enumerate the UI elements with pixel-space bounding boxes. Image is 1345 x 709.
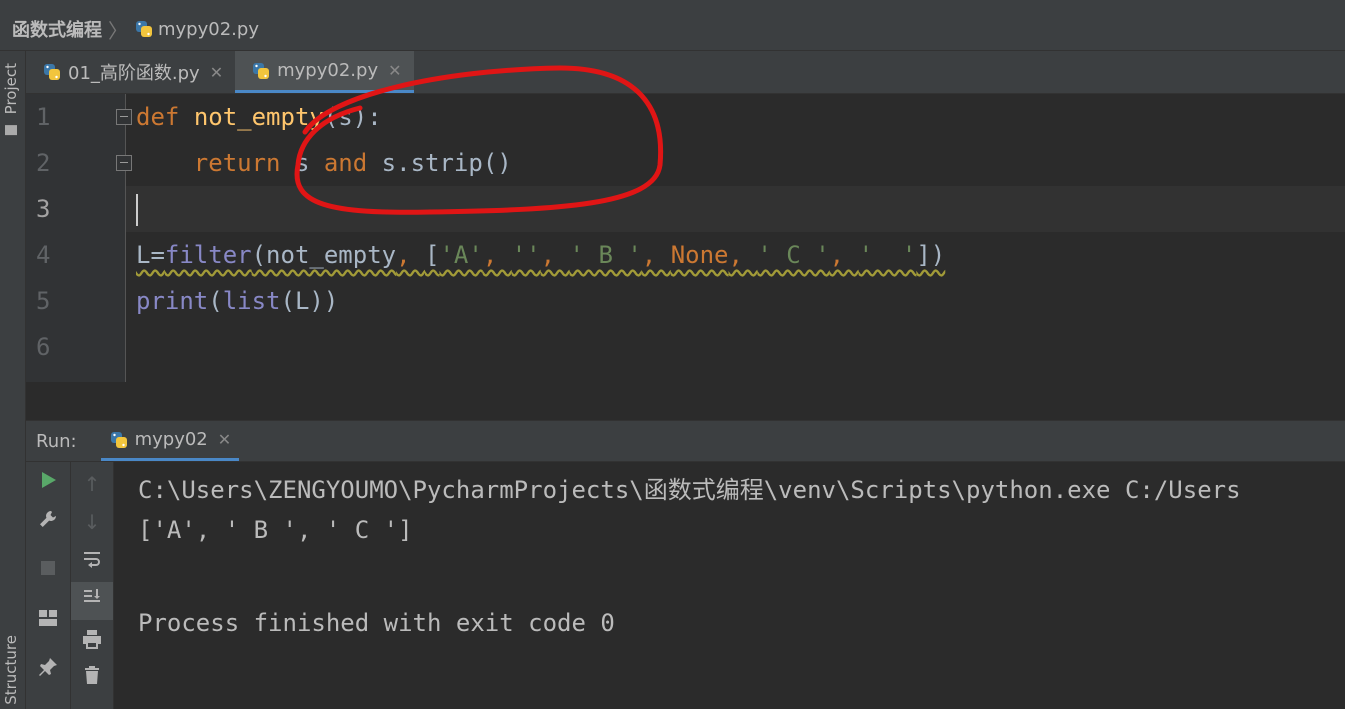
line-number: 2: [36, 149, 51, 177]
line-number: 5: [36, 287, 51, 315]
python-file-icon: [109, 430, 129, 450]
code-text: s.strip(): [367, 149, 512, 177]
punctuation: ,: [641, 241, 671, 269]
function-name: not_empty: [193, 103, 324, 131]
run-toolbar-secondary: ↑ ↓: [71, 462, 114, 709]
breadcrumb-file-label: mypy02.py: [158, 18, 259, 40]
breadcrumb-file[interactable]: mypy02.py: [134, 19, 259, 40]
project-tool-button[interactable]: Project: [2, 63, 20, 136]
console-line-result: ['A', ' B ', ' C ']: [138, 516, 413, 544]
code-text: L=: [136, 241, 165, 269]
run-tab-mypy02[interactable]: mypy02 ✕: [100, 421, 240, 461]
punctuation: ,: [396, 241, 426, 269]
left-tool-strip: Project Structure: [0, 51, 26, 709]
string-literal: 'A': [439, 241, 483, 269]
code-text: ]): [916, 241, 946, 269]
line-number: 1: [36, 103, 51, 131]
code-editor[interactable]: 1 2 3 4 5 6 def not_empty(s): return s a…: [26, 94, 1345, 382]
code-text: s: [280, 149, 324, 177]
run-panel-header: Run: mypy02 ✕: [26, 421, 1345, 462]
fold-marker-icon[interactable]: [116, 155, 132, 171]
print-icon[interactable]: [71, 628, 113, 655]
string-literal: ' C ': [757, 241, 830, 269]
line-number: 6: [36, 333, 51, 361]
project-tool-label: Project: [2, 63, 20, 115]
code-text: [: [425, 241, 440, 269]
fold-marker-icon[interactable]: [116, 109, 132, 125]
breadcrumb-separator: 〉: [108, 18, 128, 43]
python-file-icon: [134, 19, 154, 39]
tab-mypy02[interactable]: mypy02.py ✕: [235, 51, 414, 93]
python-file-icon: [42, 62, 62, 82]
code-text: (L)): [280, 287, 339, 315]
stop-icon[interactable]: [26, 558, 70, 583]
editor-tab-bar: 01_高阶函数.py ✕ mypy02.py ✕: [26, 51, 1345, 94]
builtin-name: list: [222, 287, 281, 315]
string-literal: ' B ': [569, 241, 642, 269]
keyword: and: [323, 149, 368, 177]
pin-icon[interactable]: [26, 656, 70, 683]
structure-tool-label: Structure: [2, 635, 20, 705]
tab-label: mypy02.py: [277, 60, 379, 81]
line-number: 4: [36, 241, 51, 269]
text-caret: [136, 194, 138, 226]
string-literal: ' ': [858, 241, 917, 269]
run-label: Run:: [36, 430, 77, 452]
folder-icon: [5, 125, 17, 136]
editor-spacer: [26, 382, 1345, 421]
breadcrumb: 函数式编程 〉 mypy02.py: [0, 8, 1345, 51]
window-top-edge: [0, 0, 1345, 8]
scroll-to-end-icon[interactable]: [71, 582, 113, 620]
punctuation: ,: [540, 241, 570, 269]
punctuation: ,: [482, 241, 512, 269]
code-line-4: L=filter(not_empty, ['A', '', ' B ', Non…: [136, 232, 945, 278]
tab-label: 01_高阶函数.py: [68, 63, 200, 84]
run-toolbar-primary: [26, 462, 71, 709]
code-text: (s):: [323, 103, 382, 131]
keyword: return: [193, 149, 281, 177]
arrow-down-icon[interactable]: ↓: [71, 510, 113, 534]
line-number: 3: [36, 195, 51, 223]
console-line-command: C:\Users\ZENGYOUMO\PycharmProjects\函数式编程…: [138, 476, 1241, 504]
close-icon[interactable]: ✕: [388, 61, 401, 80]
code-text: (not_empty: [251, 241, 397, 269]
builtin-name: filter: [164, 241, 252, 269]
close-icon[interactable]: ✕: [218, 430, 231, 449]
punctuation: ,: [728, 241, 758, 269]
console-line-exit: Process finished with exit code 0: [138, 609, 615, 637]
editor-gutter: 1 2 3 4 5 6: [26, 94, 132, 382]
soft-wrap-icon[interactable]: [71, 548, 113, 575]
keyword: None: [670, 241, 729, 269]
string-literal: '': [511, 241, 541, 269]
play-icon[interactable]: [26, 470, 70, 495]
breadcrumb-project[interactable]: 函数式编程: [12, 16, 102, 42]
run-console-output[interactable]: C:\Users\ZENGYOUMO\PycharmProjects\函数式编程…: [114, 462, 1345, 709]
wrench-icon[interactable]: [26, 508, 70, 535]
tab-01-gaojie-hanshu[interactable]: 01_高阶函数.py ✕: [26, 51, 235, 93]
close-icon[interactable]: ✕: [210, 63, 223, 82]
code-line-1: def not_empty(s):: [136, 94, 382, 140]
builtin-name: print: [136, 287, 209, 315]
current-line-highlight: [126, 186, 1345, 232]
punctuation: ,: [829, 241, 859, 269]
arrow-up-icon[interactable]: ↑: [71, 472, 113, 496]
code-line-5: print(list(L)): [136, 278, 338, 324]
run-tab-label: mypy02: [134, 429, 208, 450]
keyword: def: [136, 103, 180, 131]
code-line-2: return s and s.strip(): [136, 140, 512, 186]
structure-tool-button[interactable]: Structure: [2, 635, 20, 705]
layout-icon[interactable]: [26, 608, 70, 633]
trash-icon[interactable]: [71, 664, 113, 691]
python-file-icon: [251, 61, 271, 81]
code-text: (: [208, 287, 223, 315]
